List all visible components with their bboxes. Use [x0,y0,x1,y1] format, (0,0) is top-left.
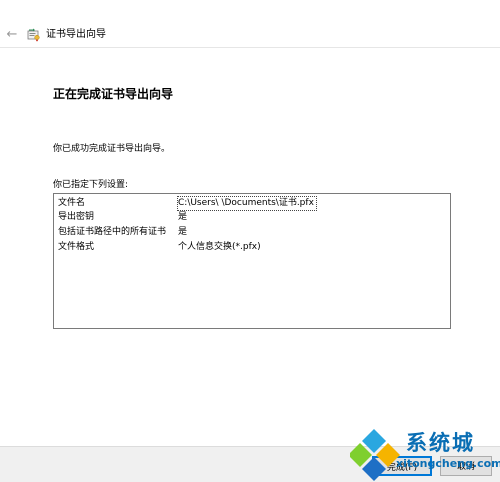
settings-label: 你已指定下列设置: [53,180,129,190]
setting-value: 个人信息交换(*.pfx) [178,242,261,252]
title-bar: ← 证书导出向导 [0,0,500,48]
success-message: 你已成功完成证书导出向导。 [53,144,171,154]
setting-value: 是 [178,212,188,222]
watermark: 系统城 xitongcheng.com [350,425,500,481]
watermark-logo-icon [350,429,400,481]
setting-key: 文件格式 [58,242,95,252]
setting-key: 导出密钥 [58,212,95,222]
page-title: 正在完成证书导出向导 [53,87,174,101]
setting-value: C:\Users\ \Documents\证书.pfx [177,196,317,211]
back-arrow-icon[interactable]: ← [4,28,20,42]
setting-value: 是 [178,227,188,237]
setting-key: 文件名 [58,198,86,208]
watermark-brand: 系统城 [406,431,475,455]
setting-key: 包括证书路径中的所有证书 [58,227,167,237]
settings-list[interactable]: 文件名 C:\Users\ \Documents\证书.pfx 导出密钥 是 包… [53,193,451,329]
watermark-url: xitongcheng.com [396,457,500,470]
window-title: 证书导出向导 [46,29,106,40]
certificate-wizard-icon [27,28,40,42]
